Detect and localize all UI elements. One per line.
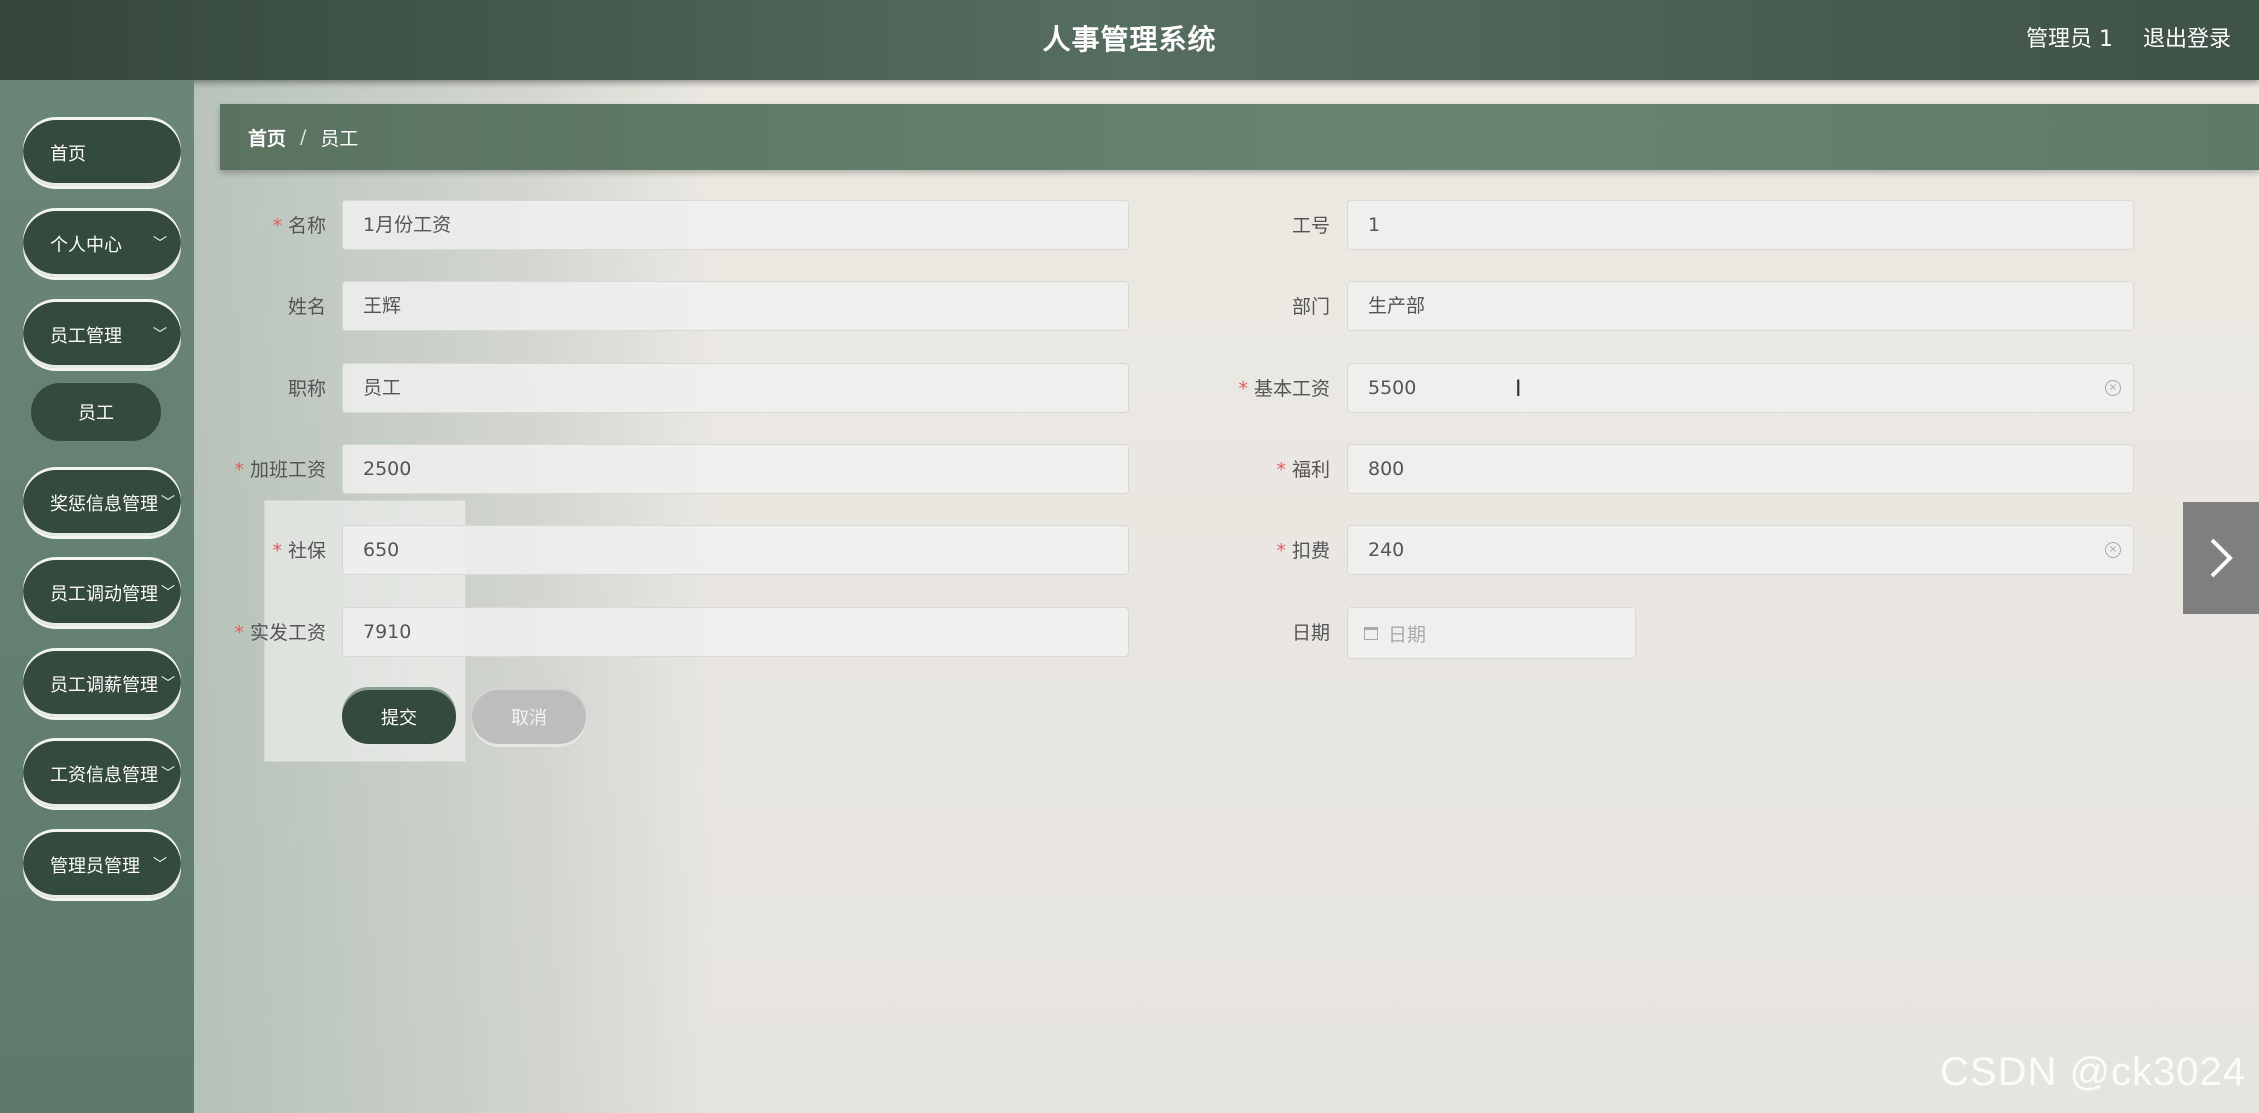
logout-link[interactable]: 退出登录	[2143, 0, 2231, 80]
cancel-button[interactable]: 取消	[472, 690, 586, 744]
breadcrumb: 首页 / 员工	[220, 104, 2259, 170]
sidebar-item-transfer[interactable]: 员工调动管理 ﹀	[23, 560, 181, 626]
sidebar-item-label: 员工	[78, 403, 114, 424]
chevron-down-icon: ﹀	[161, 676, 175, 692]
department-label: 部门	[1291, 296, 1330, 318]
deduction-value: 240	[1368, 539, 1405, 561]
sidebar-item-label: 员工调动管理	[50, 584, 158, 605]
sidebar-item-label: 管理员管理	[50, 856, 140, 877]
sidebar-item-personal-center[interactable]: 个人中心 ﹀	[23, 211, 181, 277]
name-field[interactable]: 1月份工资	[342, 200, 1129, 250]
deduction-field[interactable]: 240 ×	[1347, 525, 2134, 575]
calendar-icon	[1364, 626, 1378, 640]
next-arrow-button[interactable]	[2183, 502, 2259, 614]
clear-icon[interactable]: ×	[2105, 380, 2121, 396]
sidebar-item-salary-info[interactable]: 工资信息管理 ﹀	[23, 741, 181, 807]
actual-salary-label: * 实发工资	[234, 622, 326, 644]
chevron-down-icon: ﹀	[161, 585, 175, 601]
current-user: 管理员 1	[2026, 27, 2113, 52]
sidebar-item-employee-management[interactable]: 员工管理 ﹀	[23, 302, 181, 368]
base-salary-value: 5500	[1368, 377, 1417, 399]
welfare-label: * 福利	[1276, 459, 1330, 481]
sidebar-item-home[interactable]: 首页	[23, 120, 181, 186]
breadcrumb-home[interactable]: 首页	[248, 124, 286, 151]
overtime-label: * 加班工资	[234, 459, 326, 481]
chevron-down-icon: ﹀	[153, 327, 167, 343]
sidebar-item-label: 员工管理	[50, 326, 122, 347]
job-no-label: 工号	[1291, 215, 1330, 237]
chevron-right-icon	[2210, 538, 2233, 578]
title-label: 职称	[287, 378, 326, 400]
text-cursor-icon: I	[1515, 377, 1522, 402]
sidebar-item-label: 个人中心	[50, 235, 122, 256]
chevron-down-icon: ﹀	[153, 236, 167, 252]
chevron-down-icon: ﹀	[153, 857, 167, 873]
full-name-label: 姓名	[287, 296, 326, 318]
social-field[interactable]: 650	[342, 525, 1129, 575]
actual-salary-field[interactable]: 7910	[342, 607, 1129, 657]
sidebar-item-salary-adjust[interactable]: 员工调薪管理 ﹀	[23, 651, 181, 717]
sidebar-subitem-employee[interactable]: 员工	[31, 383, 161, 441]
breadcrumb-current: 员工	[320, 127, 359, 150]
full-name-field[interactable]: 王辉	[342, 281, 1129, 331]
social-label: * 社保	[272, 540, 326, 562]
chevron-down-icon: ﹀	[161, 766, 175, 782]
sidebar-item-label: 奖惩信息管理	[50, 494, 158, 515]
breadcrumb-separator: /	[300, 126, 307, 148]
base-salary-label: * 基本工资	[1238, 378, 1330, 400]
job-no-field[interactable]: 1	[1347, 200, 2134, 250]
chevron-down-icon: ﹀	[161, 495, 175, 511]
date-picker[interactable]: 日期	[1347, 607, 1636, 659]
sidebar-item-label: 员工调薪管理	[50, 675, 158, 696]
sidebar-item-reward-punishment[interactable]: 奖惩信息管理 ﹀	[23, 470, 181, 536]
welfare-field[interactable]: 800	[1347, 444, 2134, 494]
sidebar-item-label: 首页	[50, 144, 86, 165]
submit-button[interactable]: 提交	[342, 690, 456, 744]
app-title: 人事管理系统	[1042, 23, 1217, 56]
name-label: * 名称	[272, 215, 326, 237]
sidebar-item-label: 工资信息管理	[50, 765, 158, 786]
watermark: CSDN @ck3024	[1940, 1050, 2247, 1094]
date-label: 日期	[1291, 622, 1330, 644]
sidebar-item-admin-management[interactable]: 管理员管理 ﹀	[23, 832, 181, 898]
date-placeholder: 日期	[1388, 623, 1427, 646]
clear-icon[interactable]: ×	[2105, 542, 2121, 558]
top-header: 人事管理系统 管理员 1 退出登录	[0, 0, 2259, 80]
title-field[interactable]: 员工	[342, 363, 1129, 413]
overtime-field[interactable]: 2500	[342, 444, 1129, 494]
base-salary-field[interactable]: 5500 ×	[1347, 363, 2134, 413]
department-field[interactable]: 生产部	[1347, 281, 2134, 331]
deduction-label: * 扣费	[1276, 540, 1330, 562]
